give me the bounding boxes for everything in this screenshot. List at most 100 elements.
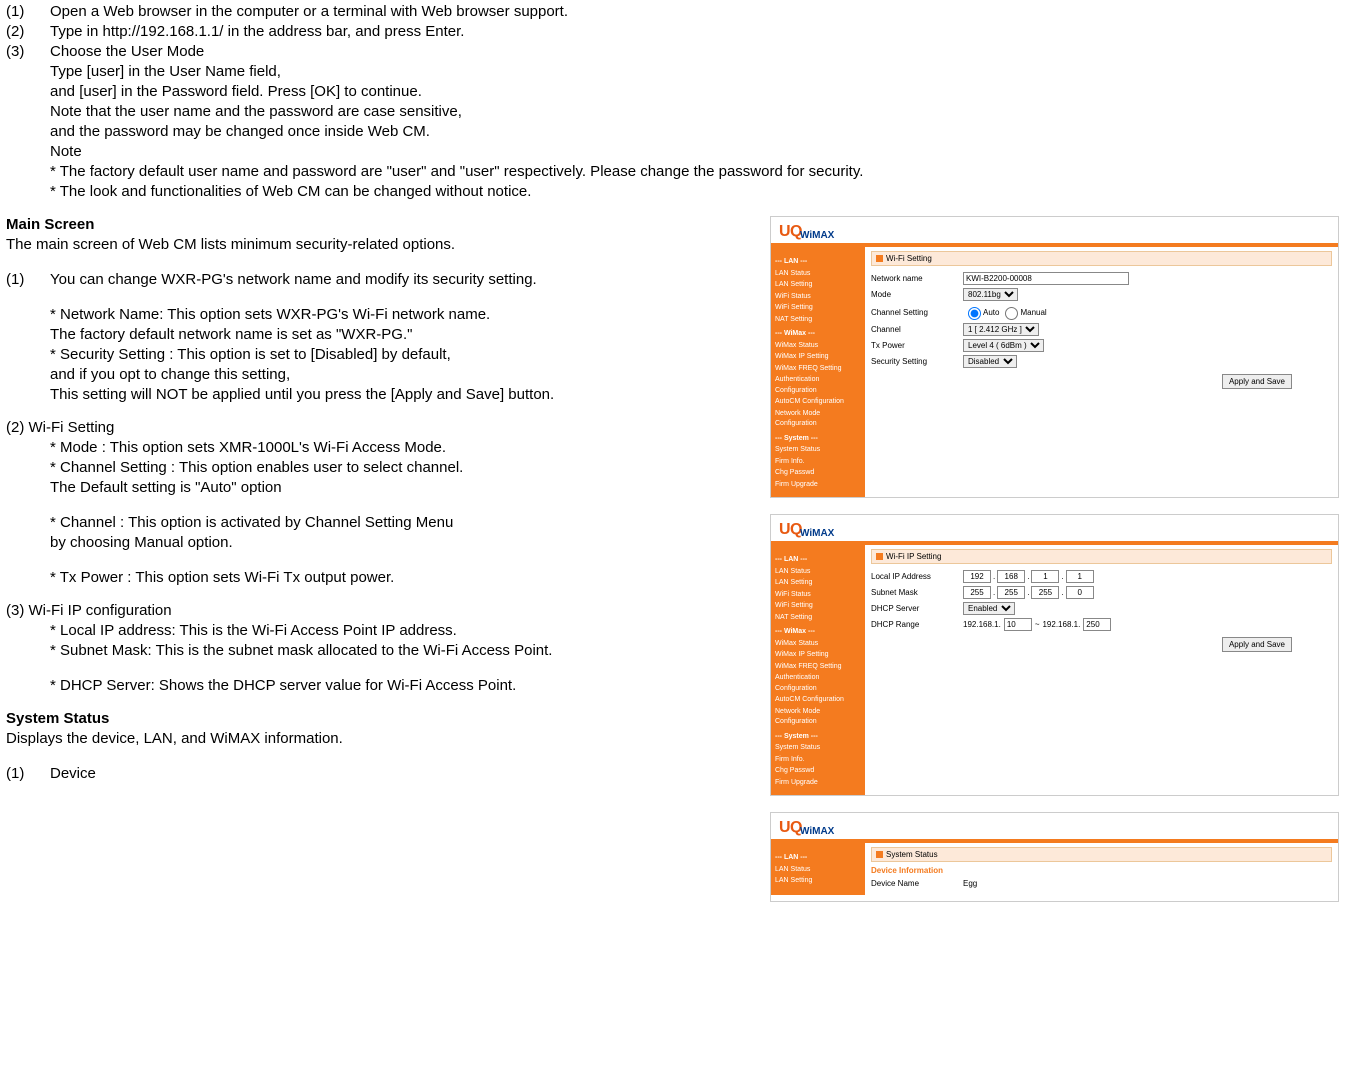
chset-manual-radio[interactable] [1005, 307, 1018, 320]
dhcp-select[interactable]: Enabled [963, 602, 1015, 615]
step-3: (3) Choose the User Mode [6, 43, 1339, 60]
sb3-lan-status[interactable]: LAN Status [775, 865, 861, 876]
range-v2[interactable] [1083, 618, 1111, 631]
sb2-wifi-setting[interactable]: WiFi Setting [775, 601, 861, 612]
ip-c[interactable] [1031, 570, 1059, 583]
wifi-p6: * Tx Power : This option sets Wi-Fi Tx o… [50, 569, 762, 586]
sidebar-wimax-freq[interactable]: WiMax FREQ Setting [775, 364, 861, 375]
sb2-wimax-freq[interactable]: WiMax FREQ Setting [775, 662, 861, 673]
range-v1[interactable] [1004, 618, 1032, 631]
step3-p3: Note that the user name and the password… [50, 103, 1339, 120]
logo-uq-3: UQ [779, 819, 802, 837]
ch-label: Channel [871, 325, 963, 334]
mode-select[interactable]: 802.11bg [963, 288, 1018, 301]
screenshot-wifi-setting: UQ WiMAX --- LAN --- LAN Status LAN Sett… [770, 216, 1339, 498]
step-2: (2) Type in http://192.168.1.1/ in the a… [6, 23, 1339, 40]
mask-c[interactable] [1031, 586, 1059, 599]
apply-save-button[interactable]: Apply and Save [1222, 374, 1292, 389]
screenshot-system-status: UQ WiMAX --- LAN --- LAN Status LAN Sett… [770, 812, 1339, 902]
netname-input[interactable] [963, 272, 1129, 285]
step3-p1: Type [user] in the User Name field, [50, 63, 1339, 80]
sidebar-wifi-status[interactable]: WiFi Status [775, 292, 861, 303]
step-text-3: Choose the User Mode [50, 43, 204, 60]
mask-label: Subnet Mask [871, 588, 963, 597]
sidebar-wifi-setting[interactable]: WiFi Setting [775, 303, 861, 314]
apply-save-button-2[interactable]: Apply and Save [1222, 637, 1292, 652]
sb2-lan-setting[interactable]: LAN Setting [775, 578, 861, 589]
sys-device: (1) Device [6, 765, 762, 782]
sidebar-wimax-status[interactable]: WiMax Status [775, 341, 861, 352]
sec-select[interactable]: Disabled [963, 355, 1017, 368]
sidebar-netmode[interactable]: Network Mode Configuration [775, 409, 861, 430]
step-num-3: (3) [6, 43, 50, 60]
dhcp-label: DHCP Server [871, 604, 963, 613]
ip-a[interactable] [963, 570, 991, 583]
logo-wimax-3: WiMAX [800, 826, 834, 837]
sidebar-chg-passwd[interactable]: Chg Passwd [775, 468, 861, 479]
step3-p7: * The look and functionalities of Web CM… [50, 183, 1339, 200]
sb2-nat-setting[interactable]: NAT Setting [775, 613, 861, 624]
step3-p6: * The factory default user name and pass… [50, 163, 1339, 180]
sb2-lan-h: --- LAN --- [775, 555, 861, 566]
step-num-1: (1) [6, 3, 50, 20]
sidebar-lan-status[interactable]: LAN Status [775, 269, 861, 280]
sys-device-text: Device [50, 765, 96, 782]
sb2-wimax-ip[interactable]: WiMax IP Setting [775, 650, 861, 661]
mask-b[interactable] [997, 586, 1025, 599]
sidebar-auth[interactable]: Authentication Configuration [775, 375, 861, 396]
main-b1: * Network Name: This option sets WXR-PG'… [50, 306, 762, 323]
range-tilde: ~ [1035, 620, 1040, 629]
sys-heading: System Status [6, 710, 762, 727]
sb2-firm-upgrade[interactable]: Firm Upgrade [775, 778, 861, 789]
sb2-chg-passwd[interactable]: Chg Passwd [775, 766, 861, 777]
logo: UQ WiMAX [771, 217, 1338, 243]
sidebar-firm-upgrade[interactable]: Firm Upgrade [775, 480, 861, 491]
tx-select[interactable]: Level 4 ( 6dBm ) [963, 339, 1044, 352]
logo-2: UQ WiMAX [771, 515, 1338, 541]
sidebar: --- LAN --- LAN Status LAN Setting WiFi … [771, 247, 865, 497]
sb2-sys-status[interactable]: System Status [775, 743, 861, 754]
ip-p3: * DHCP Server: Shows the DHCP server val… [50, 677, 762, 694]
sys-device-num: (1) [6, 765, 50, 782]
sb3-lan-setting[interactable]: LAN Setting [775, 876, 861, 887]
wifi-heading: (2) Wi-Fi Setting [6, 419, 762, 436]
step-text-2: Type in http://192.168.1.1/ in the addre… [50, 23, 464, 40]
sidebar-nat-setting[interactable]: NAT Setting [775, 315, 861, 326]
sb2-netmode[interactable]: Network Mode Configuration [775, 707, 861, 728]
main-screen-heading: Main Screen [6, 216, 762, 233]
sb2-auth[interactable]: Authentication Configuration [775, 673, 861, 694]
range-prefix2: 192.168.1. [1042, 620, 1080, 629]
sidebar-wimax-ip[interactable]: WiMax IP Setting [775, 352, 861, 363]
ip-p1: * Local IP address: This is the Wi-Fi Ac… [50, 622, 762, 639]
main-step1-num: (1) [6, 271, 50, 288]
sb2-autocm[interactable]: AutoCM Configuration [775, 695, 861, 706]
sb2-lan-status[interactable]: LAN Status [775, 567, 861, 578]
localip-label: Local IP Address [871, 572, 963, 581]
ch-select[interactable]: 1 [ 2.412 GHz ] [963, 323, 1039, 336]
logo-uq-2: UQ [779, 521, 802, 539]
sidebar-sys-status[interactable]: System Status [775, 445, 861, 456]
screenshot-wifi-ip: UQ WiMAX --- LAN --- LAN Status LAN Sett… [770, 514, 1339, 796]
sidebar-firm-info[interactable]: Firm Info. [775, 457, 861, 468]
device-info-h: Device Information [871, 866, 1332, 875]
wifi-p3: The Default setting is "Auto" option [50, 479, 762, 496]
mask-d[interactable] [1066, 586, 1094, 599]
ip-b[interactable] [997, 570, 1025, 583]
logo-wimax: WiMAX [800, 230, 834, 241]
mask-a[interactable] [963, 586, 991, 599]
ip-d[interactable] [1066, 570, 1094, 583]
dhcp-range-label: DHCP Range [871, 620, 963, 629]
sidebar-lan-setting[interactable]: LAN Setting [775, 280, 861, 291]
panel-title-text-3: System Status [886, 850, 938, 859]
sb2-wimax-status[interactable]: WiMax Status [775, 639, 861, 650]
chset-auto-radio[interactable] [968, 307, 981, 320]
tx-label: Tx Power [871, 341, 963, 350]
sidebar-autocm[interactable]: AutoCM Configuration [775, 397, 861, 408]
sb2-firm-info[interactable]: Firm Info. [775, 755, 861, 766]
sb2-wifi-status[interactable]: WiFi Status [775, 590, 861, 601]
step3-note: Note [50, 143, 1339, 160]
main-step1-text: You can change WXR-PG's network name and… [50, 271, 537, 288]
panel-icon [876, 255, 883, 262]
logo-wimax-2: WiMAX [800, 528, 834, 539]
sys-p1: Displays the device, LAN, and WiMAX info… [6, 730, 762, 747]
